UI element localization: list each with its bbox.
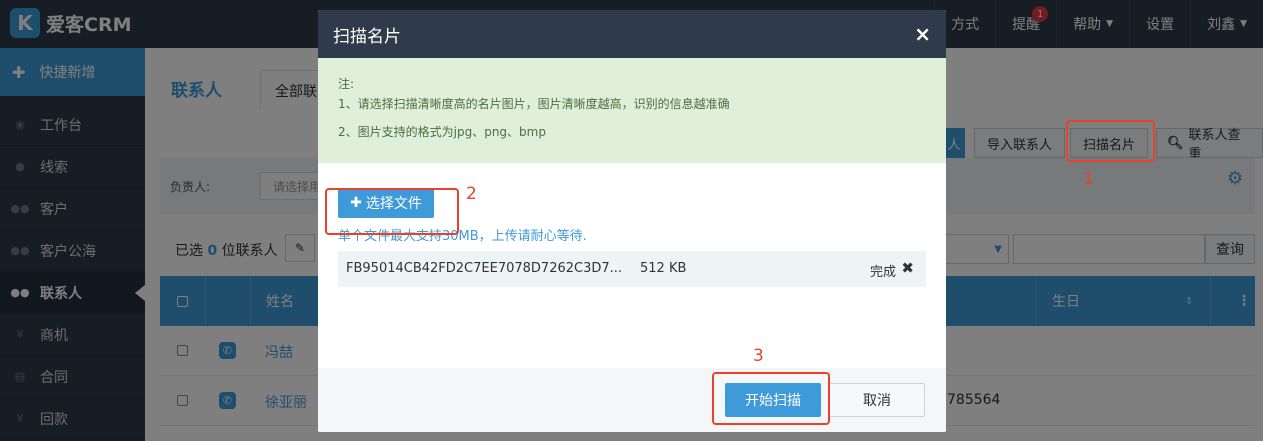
annotation-box-1 xyxy=(1066,120,1155,162)
annotation-number-3: 3 xyxy=(753,346,764,366)
notice-line-1: 1、请选择扫描清晰度高的名片图片，图片清晰度越高，识别的信息越准确 xyxy=(338,97,730,111)
dialog-footer: 开始扫描 取消 xyxy=(318,368,946,432)
annotation-number-1: 1 xyxy=(1083,169,1094,189)
annotation-box-3 xyxy=(712,372,830,425)
notice-box: 注: 1、请选择扫描清晰度高的名片图片，图片清晰度越高，识别的信息越准确 2、图… xyxy=(318,58,946,163)
close-icon[interactable]: × xyxy=(914,22,931,46)
file-size: 512 KB xyxy=(640,261,687,276)
annotation-number-2: 2 xyxy=(466,184,477,204)
file-name: FB95014CB42FD2C7EE7078D7262C3D7... xyxy=(346,261,623,276)
file-status: 完成 xyxy=(869,265,896,280)
notice-line-2: 2、图片支持的格式为jpg、png、bmp xyxy=(338,125,546,139)
dialog-header: 扫描名片 × xyxy=(318,10,946,58)
notice-heading: 注: xyxy=(338,77,355,91)
dialog-title: 扫描名片 xyxy=(333,26,401,47)
file-list-item: FB95014CB42FD2C7EE7078D7262C3D7... 512 K… xyxy=(338,251,926,287)
annotation-box-2 xyxy=(325,188,459,235)
remove-file-icon[interactable]: ✖ xyxy=(901,259,914,277)
cancel-button[interactable]: 取消 xyxy=(829,383,925,417)
